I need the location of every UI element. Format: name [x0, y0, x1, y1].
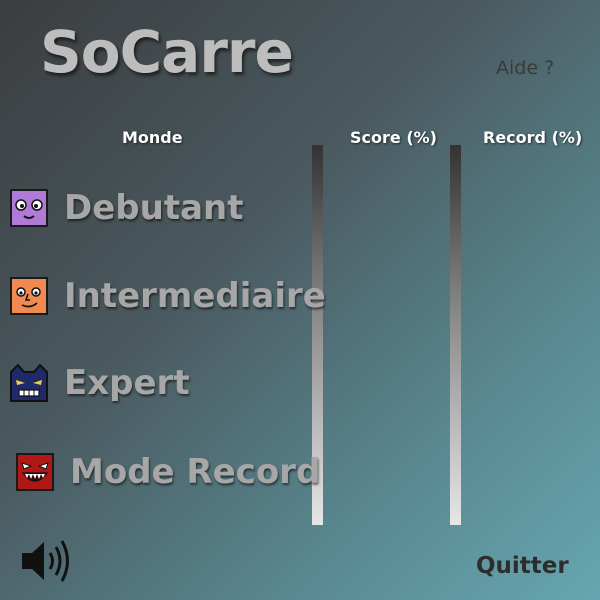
world-intermediaire-label: Intermediaire — [64, 276, 326, 316]
world-expert-button[interactable]: Expert — [10, 358, 190, 408]
speaker-icon[interactable] — [20, 538, 72, 584]
world-expert-label: Expert — [64, 363, 190, 403]
column-divider-right — [450, 145, 461, 525]
world-mode-record-label: Mode Record — [70, 452, 321, 492]
quit-button[interactable]: Quitter — [476, 553, 569, 579]
dark-blue-angry-face-icon — [10, 364, 48, 402]
help-button[interactable]: Aide ? — [496, 57, 554, 79]
world-intermediaire-button[interactable]: Intermediaire — [10, 271, 326, 321]
score-column-header: Score (%) — [350, 128, 437, 147]
record-column-header: Record (%) — [483, 128, 583, 147]
world-mode-record-button[interactable]: Mode Record — [16, 447, 320, 497]
world-column-header: Monde — [122, 128, 183, 147]
purple-smile-face-icon — [10, 189, 48, 227]
world-debutant-label: Debutant — [64, 188, 244, 228]
world-debutant-button[interactable]: Debutant — [10, 183, 243, 233]
orange-face-icon — [10, 277, 48, 315]
game-title: SoCarre — [40, 18, 294, 86]
red-monster-face-icon — [16, 453, 54, 491]
